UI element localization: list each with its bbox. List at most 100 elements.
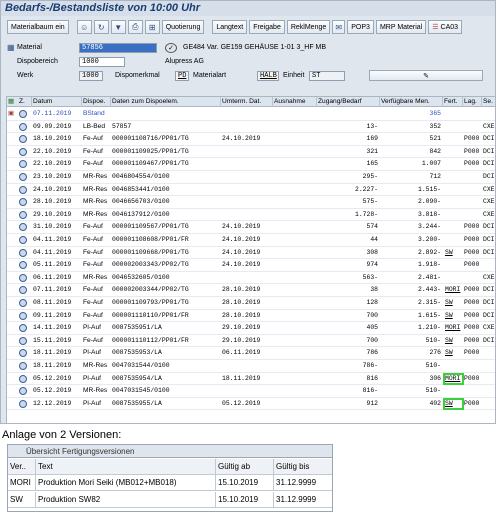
- print-icon[interactable]: ⎙: [127, 20, 143, 34]
- col-umterm[interactable]: Umterm. Dat.: [221, 97, 273, 107]
- row-icon-cell[interactable]: [18, 134, 32, 144]
- element-detail-icon[interactable]: [19, 273, 27, 282]
- col-datum[interactable]: Datum: [32, 97, 82, 107]
- row-icon-cell[interactable]: [18, 336, 32, 346]
- version-row[interactable]: MORI Produktion Mori Seiki (MB012+MB018)…: [8, 475, 332, 491]
- table-row[interactable]: 23.10.2019 MR-Res 0046804554/0100 295- 712 DC…: [7, 171, 495, 184]
- element-detail-icon[interactable]: [19, 135, 27, 144]
- table-row[interactable]: 07.11.2019 BStand 365 ▣: [7, 108, 495, 121]
- table-row[interactable]: 15.11.2019 Fe-Auf 000001110112/PP01/FR 29.1…: [7, 335, 495, 348]
- row-icon-cell[interactable]: [18, 399, 32, 409]
- table-row[interactable]: 04.11.2019 Fe-Auf 000001109668/PP01/TG 24.1…: [7, 247, 495, 260]
- row-icon-cell[interactable]: [18, 260, 32, 270]
- table-row[interactable]: 12.12.2019 Pl-Auf 0087535955/LA 05.12.2019 9…: [7, 397, 495, 411]
- row-icon-cell[interactable]: [18, 273, 32, 283]
- table-row[interactable]: 08.11.2019 Fe-Auf 000001109793/PP01/TG 28.1…: [7, 297, 495, 310]
- edit-button[interactable]: ✎: [369, 70, 483, 81]
- freigabe-button[interactable]: Freigabe: [249, 20, 285, 34]
- element-detail-icon[interactable]: [19, 374, 27, 383]
- werk-field[interactable]: 1000: [79, 70, 103, 81]
- element-detail-icon[interactable]: [19, 198, 27, 207]
- table-row[interactable]: 04.11.2019 Fe-Auf 000001108608/PP01/FR 24.1…: [7, 234, 495, 247]
- row-icon-cell[interactable]: [18, 109, 32, 119]
- langtext-button[interactable]: Langtext: [212, 20, 248, 34]
- table-row[interactable]: 05.12.2019 Pl-Auf 0087535954/LA 18.11.2019 8…: [7, 372, 495, 386]
- row-icon-cell[interactable]: [18, 172, 32, 182]
- col-se[interactable]: Se.: [482, 97, 495, 107]
- table-row[interactable]: 05.12.2019 MR-Res 0047031545/0100 816- 510-: [7, 385, 495, 398]
- element-detail-icon[interactable]: [19, 399, 27, 408]
- tree-icon[interactable]: ▣: [7, 109, 17, 119]
- table-row[interactable]: 06.11.2019 MR-Res 0046532605/0100 563- 2.481…: [7, 272, 495, 285]
- row-icon-cell[interactable]: [18, 185, 32, 195]
- element-detail-icon[interactable]: [19, 349, 27, 358]
- element-detail-icon[interactable]: [19, 336, 27, 345]
- col-dispoe[interactable]: Dispoe.: [82, 97, 111, 107]
- stock-icon[interactable]: [19, 110, 27, 118]
- quotierung-button[interactable]: Quotierung: [161, 20, 205, 34]
- col-verfueg[interactable]: Verfügbare Men.: [380, 97, 443, 107]
- pop3-button[interactable]: POP3: [347, 20, 374, 34]
- dispobereich-field[interactable]: 1000: [79, 56, 125, 67]
- table-row[interactable]: 07.11.2019 Fe-Auf 000002003344/PP02/TG 28.1…: [7, 284, 495, 297]
- row-icon-cell[interactable]: [18, 361, 32, 371]
- row-icon-cell[interactable]: [18, 248, 32, 258]
- row-icon-cell[interactable]: [18, 210, 32, 220]
- table-row[interactable]: 22.10.2019 Fe-Auf 000001109467/PP01/TG 165 1…: [7, 158, 495, 171]
- row-icon-cell[interactable]: [18, 197, 32, 207]
- element-detail-icon[interactable]: [19, 362, 27, 370]
- col-daten[interactable]: Daten zum Dispoelem.: [111, 97, 221, 107]
- version-row[interactable]: SW Produktion SW82 15.10.2019 31.12.9999: [8, 492, 332, 508]
- row-icon-cell[interactable]: [18, 285, 32, 295]
- ca03-button[interactable]: ☰ CA03: [428, 20, 463, 34]
- table-row[interactable]: 28.10.2019 MR-Res 0046656703/0100 575- 2.090…: [7, 196, 495, 209]
- row-icon-cell[interactable]: [18, 323, 32, 333]
- refresh-icon[interactable]: ↻: [93, 20, 109, 34]
- envelope-icon[interactable]: ✉: [332, 20, 346, 34]
- row-icon-cell[interactable]: [18, 348, 32, 358]
- reklmenge-button[interactable]: ReklMenge: [286, 20, 331, 34]
- col-z[interactable]: Z.: [18, 97, 32, 107]
- col-fert[interactable]: Fert.: [443, 97, 463, 107]
- element-detail-icon[interactable]: [19, 387, 27, 396]
- element-detail-icon[interactable]: [19, 311, 27, 320]
- table-row[interactable]: 22.10.2019 Fe-Auf 000001109025/PP01/TG 321 8…: [7, 146, 495, 159]
- row-icon-cell[interactable]: [18, 386, 32, 396]
- material-select-icon[interactable]: ✓: [165, 42, 177, 53]
- row-icon-cell[interactable]: [18, 122, 32, 132]
- einheit-field[interactable]: ST: [309, 70, 345, 81]
- element-detail-icon[interactable]: [19, 286, 27, 295]
- element-detail-icon[interactable]: [19, 299, 27, 307]
- col-version[interactable]: Ver..: [8, 459, 36, 474]
- table-row[interactable]: 18.10.2019 Fe-Auf 000001108716/PP01/TG 24.1…: [7, 133, 495, 146]
- element-detail-icon[interactable]: [19, 173, 27, 181]
- element-detail-icon[interactable]: [19, 185, 27, 194]
- element-detail-icon[interactable]: [19, 236, 27, 244]
- element-detail-icon[interactable]: [19, 122, 27, 131]
- col-gueltig-ab[interactable]: Gültig ab: [216, 459, 274, 474]
- col-text[interactable]: Text: [36, 459, 216, 474]
- row-icon-cell[interactable]: [18, 311, 32, 321]
- person-icon[interactable]: ☺: [76, 20, 92, 34]
- element-detail-icon[interactable]: [19, 223, 27, 232]
- table-row[interactable]: 05.11.2019 Fe-Auf 000002003343/PP02/TG 24.1…: [7, 259, 495, 272]
- filter-icon[interactable]: ▼: [110, 20, 126, 34]
- table-row[interactable]: 29.10.2019 MR-Res 0046137912/0100 1.728- 3.8…: [7, 209, 495, 222]
- col-zugang[interactable]: Zugang/Bedarf: [317, 97, 380, 107]
- element-detail-icon[interactable]: [19, 248, 27, 257]
- col-lag[interactable]: Lag.: [463, 97, 482, 107]
- materialbaum-button[interactable]: Materialbaum ein: [7, 20, 69, 34]
- col-gueltig-bis[interactable]: Gültig bis: [274, 459, 332, 474]
- row-icon-cell[interactable]: [18, 235, 32, 245]
- table-row[interactable]: 09.09.2019 LB-Bed 57857 13- 352 CXE: [7, 121, 495, 134]
- row-icon-cell[interactable]: [18, 374, 32, 384]
- table-row[interactable]: 18.11.2019 MR-Res 0047031544/0100 786- 510-: [7, 360, 495, 373]
- row-icon-cell[interactable]: [18, 298, 32, 308]
- row-icon-cell[interactable]: [18, 159, 32, 169]
- link-icon[interactable]: ⊞: [144, 20, 160, 34]
- element-detail-icon[interactable]: [19, 261, 27, 270]
- element-detail-icon[interactable]: [19, 147, 27, 156]
- col-ausnahme[interactable]: Ausnahme: [273, 97, 317, 107]
- grid-settings-icon[interactable]: ▦: [7, 97, 17, 107]
- mrp-material-button[interactable]: MRP Material: [375, 20, 427, 34]
